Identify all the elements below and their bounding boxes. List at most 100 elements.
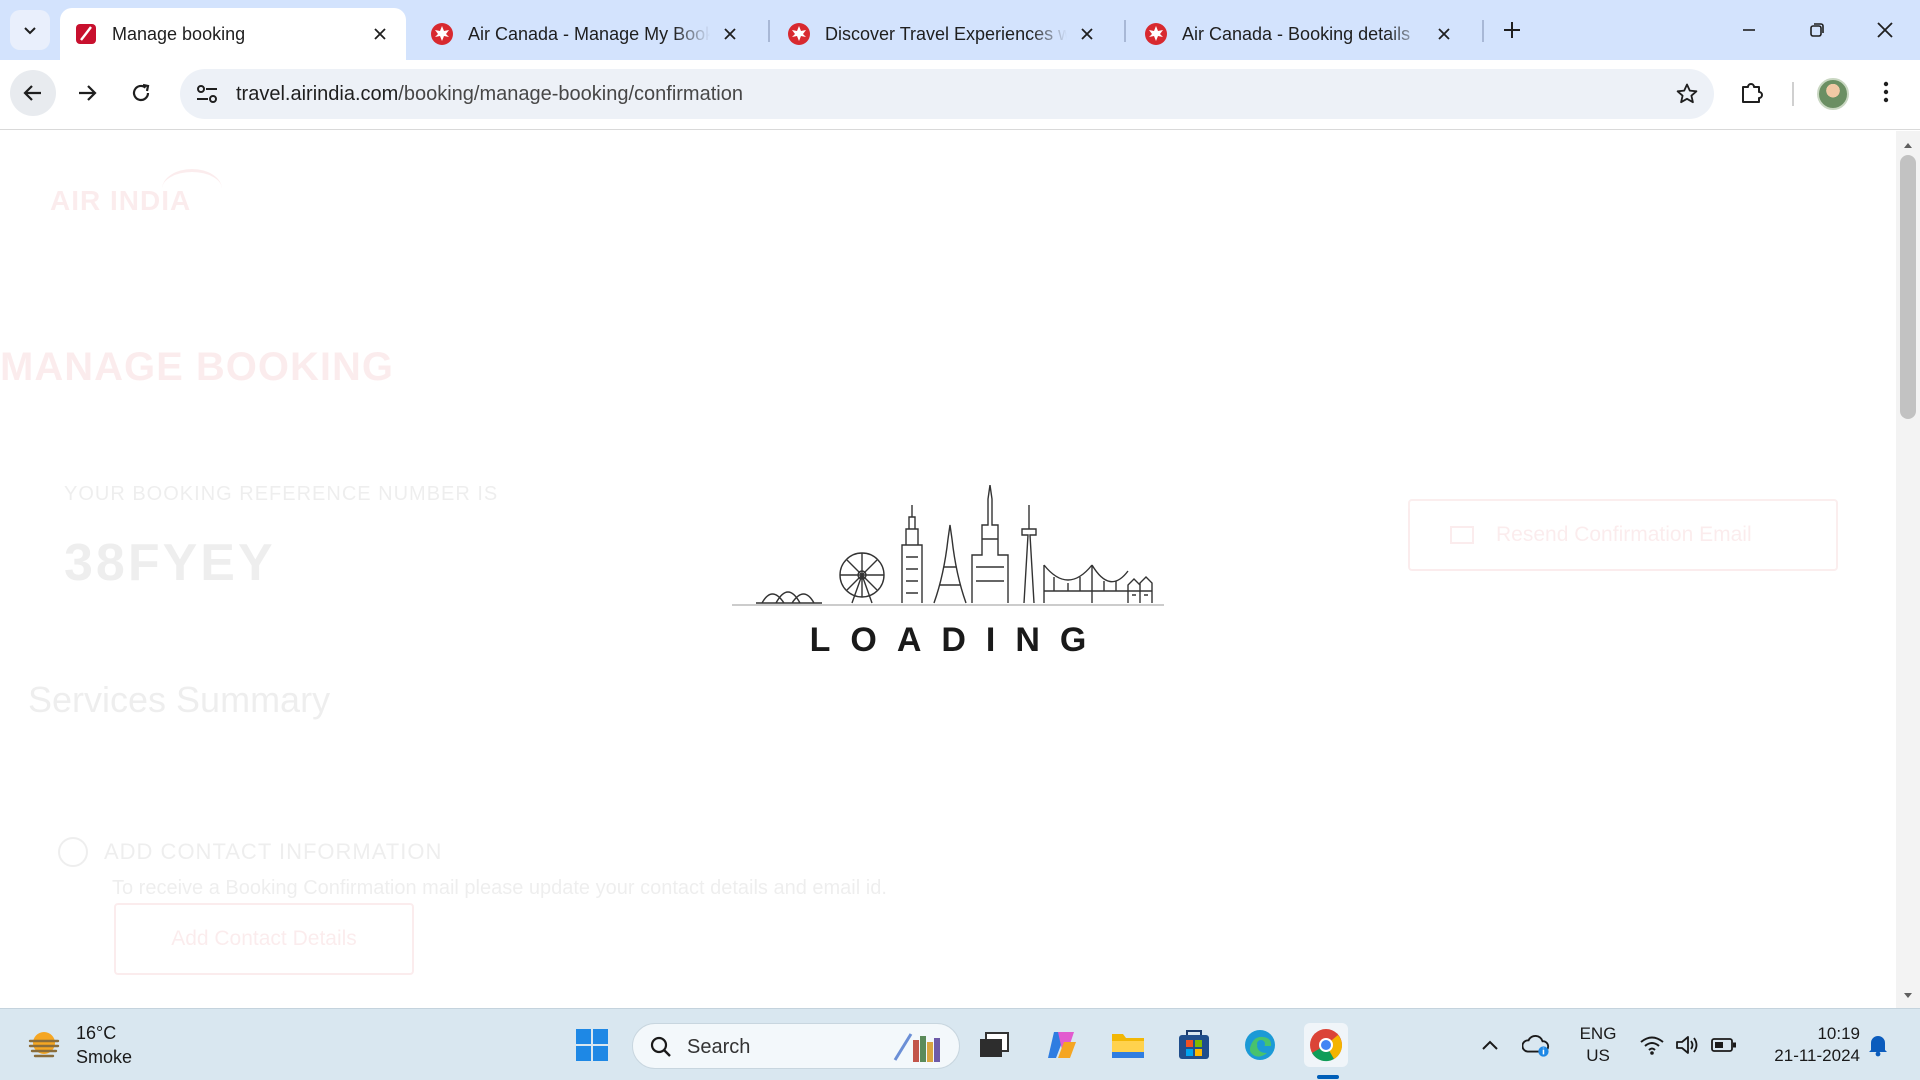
weather-condition[interactable]: Smoke (76, 1047, 132, 1068)
profile-avatar[interactable] (1817, 78, 1849, 110)
tab-booking-details[interactable]: Air Canada - Booking details (1130, 8, 1470, 60)
tab-search-button[interactable] (10, 10, 50, 50)
arrow-right-icon (79, 85, 97, 101)
loading-indicator: LOADING (732, 484, 1164, 685)
toolbar-divider (1792, 82, 1794, 106)
air-canada-icon (1144, 22, 1168, 46)
chevron-down-icon (24, 27, 36, 35)
page-title: MANAGE BOOKING (0, 345, 394, 389)
site-settings-icon[interactable] (194, 82, 220, 106)
resend-confirmation-button[interactable]: Resend Confirmation Email (1408, 499, 1838, 571)
task-view-icon (980, 1032, 1009, 1057)
url-text: travel.airindia.com/booking/manage-booki… (236, 83, 743, 106)
logo-swoosh (162, 169, 222, 209)
extensions-button[interactable] (1734, 74, 1770, 110)
language-primary: ENG (1579, 1024, 1617, 1043)
add-contact-details-button[interactable]: Add Contact Details (114, 903, 414, 975)
language-indicator[interactable]: ENG US (1578, 1023, 1618, 1067)
city-skyline-icon (732, 484, 1164, 606)
air-canada-icon (787, 22, 811, 46)
minimize-button[interactable] (1722, 8, 1776, 52)
system-clock[interactable]: 10:19 21-11-2024 (1756, 1023, 1860, 1067)
notifications-button[interactable] (1864, 1031, 1892, 1059)
close-icon[interactable] (718, 22, 742, 46)
search-icon (650, 1036, 671, 1057)
mail-icon (1450, 526, 1474, 544)
folder-icon (1112, 1034, 1144, 1058)
onedrive-status[interactable] (1522, 1031, 1550, 1059)
contact-info-description: To receive a Booking Confirmation mail p… (112, 877, 887, 899)
services-summary-title: Services Summary (28, 679, 331, 720)
new-tab-button[interactable] (1494, 12, 1530, 48)
close-icon[interactable] (368, 22, 392, 46)
close-window-button[interactable] (1858, 8, 1912, 52)
edge-button[interactable] (1238, 1023, 1282, 1067)
plus-icon (1504, 22, 1520, 38)
bookmark-star-icon[interactable] (1674, 81, 1700, 107)
page-viewport: AIR INDIA MANAGE BOOKING YOUR BOOKING RE… (0, 131, 1896, 1008)
restore-button[interactable] (1790, 8, 1844, 52)
booking-ref-number: 38FYEY (64, 534, 276, 592)
tab-title: Manage booking (112, 23, 246, 44)
tab-separator (1482, 20, 1484, 42)
url-host: travel.airindia.com (236, 83, 399, 105)
wifi-icon (1640, 1036, 1664, 1055)
close-icon[interactable] (1432, 22, 1456, 46)
cloud-info-icon (1522, 1034, 1550, 1057)
volume-status[interactable] (1674, 1031, 1702, 1059)
tab-title: Air Canada - Manage My Booking (468, 23, 710, 44)
weather-smoke-icon[interactable] (26, 1027, 62, 1063)
battery-status[interactable] (1710, 1031, 1738, 1059)
tab-separator (768, 20, 770, 42)
microsoft-store-button[interactable] (1172, 1023, 1216, 1067)
minimize-icon (1743, 29, 1755, 31)
chrome-button[interactable] (1304, 1023, 1348, 1067)
tab-manage-booking[interactable]: Manage booking (60, 8, 406, 60)
arrow-left-icon (23, 85, 41, 101)
windows-taskbar: 16°C Smoke Search ENG US 10:19 21-11-202… (0, 1008, 1920, 1080)
reload-button[interactable] (118, 70, 164, 116)
battery-icon (1711, 1038, 1736, 1052)
start-button[interactable] (570, 1023, 614, 1067)
weather-temperature[interactable]: 16°C (76, 1023, 116, 1044)
page-scrollbar[interactable] (1896, 131, 1920, 1008)
tab-title: Air Canada - Booking details (1182, 23, 1411, 44)
kebab-menu-icon (1883, 81, 1889, 103)
air-canada-icon (430, 22, 454, 46)
clock-time: 10:19 (1817, 1024, 1860, 1043)
resend-confirmation-label: Resend Confirmation Email (1496, 523, 1752, 546)
scroll-down-arrow-icon[interactable] (1896, 986, 1920, 1006)
chevron-up-icon (1482, 1040, 1498, 1050)
back-button[interactable] (10, 70, 56, 116)
address-bar[interactable]: travel.airindia.com/booking/manage-booki… (180, 69, 1714, 119)
show-hidden-icons-button[interactable] (1476, 1031, 1504, 1059)
close-icon (1877, 22, 1893, 38)
info-icon (58, 837, 88, 867)
windows-logo-icon (576, 1029, 608, 1061)
tab-discover-travel[interactable]: Discover Travel Experiences with Air Can… (773, 8, 1113, 60)
menu-button[interactable] (1868, 74, 1904, 110)
bell-icon (1869, 1036, 1887, 1057)
reload-icon (132, 83, 150, 102)
books-icon (893, 1033, 940, 1062)
scrollbar-thumb[interactable] (1900, 155, 1916, 419)
forward-button[interactable] (64, 70, 110, 116)
volume-icon (1676, 1036, 1698, 1054)
copilot-button[interactable] (1040, 1023, 1084, 1067)
tab-strip: Manage booking Air Canada - Manage My Bo… (0, 0, 1920, 60)
task-view-button[interactable] (972, 1023, 1016, 1067)
scroll-up-arrow-icon[interactable] (1896, 135, 1920, 155)
file-explorer-button[interactable] (1106, 1023, 1150, 1067)
taskbar-search-box[interactable]: Search (632, 1023, 960, 1069)
tab-air-canada-manage[interactable]: Air Canada - Manage My Booking (416, 8, 756, 60)
edge-icon (1245, 1030, 1275, 1060)
search-placeholder: Search (687, 1036, 751, 1058)
wifi-status[interactable] (1638, 1031, 1666, 1059)
booking-ref-label: YOUR BOOKING REFERENCE NUMBER IS (64, 483, 499, 505)
active-app-indicator (1317, 1075, 1339, 1079)
contact-info-title: ADD CONTACT INFORMATION (104, 839, 443, 864)
browser-toolbar: travel.airindia.com/booking/manage-booki… (0, 60, 1920, 130)
air-india-icon (74, 22, 98, 46)
clock-date: 21-11-2024 (1774, 1046, 1860, 1065)
close-icon[interactable] (1075, 22, 1099, 46)
